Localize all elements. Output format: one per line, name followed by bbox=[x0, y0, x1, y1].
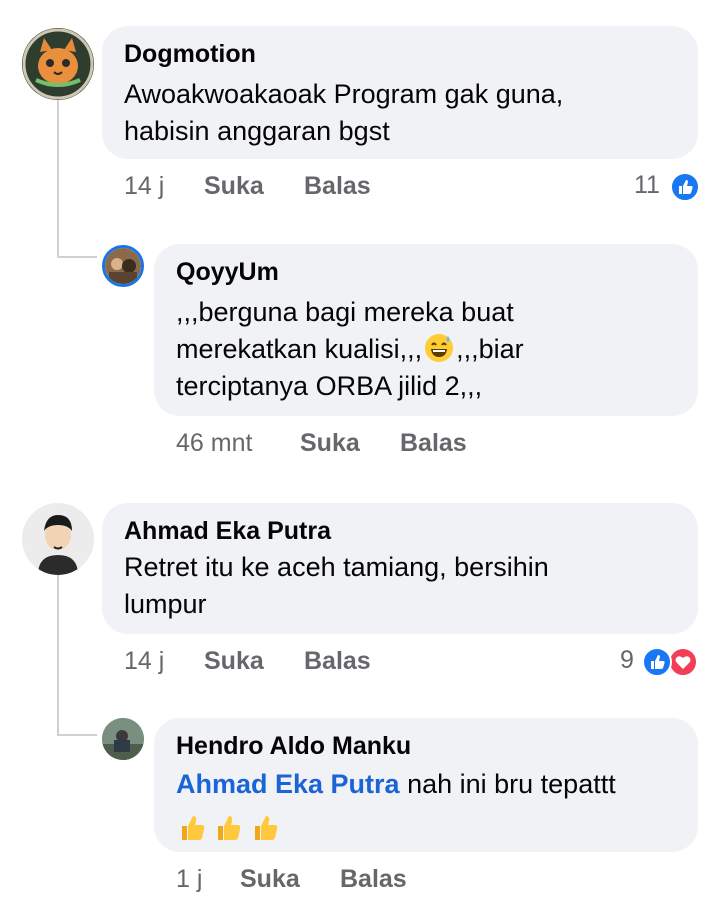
reaction-count[interactable]: 9 bbox=[620, 646, 634, 675]
comment-time[interactable]: 46 mnt bbox=[176, 429, 252, 458]
comment-text-fragment: ,,,biar bbox=[456, 334, 524, 364]
comment-text-line: terciptanya ORBA jilid 2,,, bbox=[176, 371, 483, 401]
comment-bubble-3: Ahmad Eka Putra Retret itu ke aceh tamia… bbox=[102, 503, 698, 634]
reaction-count[interactable]: 11 bbox=[634, 171, 660, 200]
like-button[interactable]: Suka bbox=[240, 865, 300, 894]
grinning-sweat-emoji-icon bbox=[423, 332, 455, 364]
thread-line-1 bbox=[57, 98, 59, 256]
reply-button[interactable]: Balas bbox=[400, 429, 467, 458]
reply-button[interactable]: Balas bbox=[340, 865, 407, 894]
user-photo-icon bbox=[105, 248, 141, 284]
comment-time[interactable]: 14 j bbox=[124, 172, 164, 201]
comment-author[interactable]: QoyyUm bbox=[176, 258, 279, 287]
avatar-hendro-aldo-manku[interactable] bbox=[102, 718, 144, 760]
comment-text-fragment: nah ini bru tepattt bbox=[399, 769, 616, 799]
like-reaction-icon[interactable] bbox=[670, 172, 700, 202]
love-reaction-icon[interactable] bbox=[668, 647, 698, 677]
reply-button[interactable]: Balas bbox=[304, 172, 371, 201]
comment-author[interactable]: Dogmotion bbox=[124, 40, 256, 69]
cat-avatar-icon bbox=[22, 28, 94, 100]
comment-time[interactable]: 14 j bbox=[124, 647, 164, 676]
like-button[interactable]: Suka bbox=[204, 172, 264, 201]
avatar-dogmotion[interactable] bbox=[22, 28, 94, 100]
avatar-qoyyum[interactable] bbox=[102, 245, 144, 287]
user-photo-icon bbox=[102, 718, 144, 760]
reply-button[interactable]: Balas bbox=[304, 647, 371, 676]
like-reaction-icon[interactable] bbox=[642, 647, 672, 677]
avatar-ahmad-eka-putra[interactable] bbox=[22, 503, 94, 575]
thread-line-2 bbox=[57, 572, 59, 734]
comment-bubble-2: QoyyUm ,,,berguna bagi mereka buat merek… bbox=[154, 244, 698, 416]
thumbs-up-emoji-icon bbox=[182, 816, 205, 840]
comment-time[interactable]: 1 j bbox=[176, 865, 202, 894]
thread-line-2-elbow bbox=[57, 734, 97, 736]
comment-text-line: Retret itu ke aceh tamiang, bersihin bbox=[124, 552, 549, 582]
comment-text-line: lumpur bbox=[124, 589, 207, 619]
thumbs-up-emoji-icon bbox=[218, 816, 241, 840]
thumbs-up-emoji-row bbox=[176, 812, 281, 844]
comment-author[interactable]: Ahmad Eka Putra bbox=[124, 517, 331, 546]
thread-line-1-elbow bbox=[57, 256, 97, 258]
comment-text-line: habisin anggaran bgst bbox=[124, 116, 390, 146]
comment-text-line: Ahmad Eka Putra nah ini bru tepattt bbox=[176, 766, 616, 803]
comment-text-line: merekatkan kualisi,,, ,,,biar bbox=[176, 331, 524, 368]
comment-text-line: Awoakwoakaoak Program gak guna, bbox=[124, 79, 564, 109]
comment-bubble-1: Dogmotion Awoakwoakaoak Program gak guna… bbox=[102, 26, 698, 159]
comment-text-line: ,,,berguna bagi mereka buat bbox=[176, 297, 514, 327]
like-button[interactable]: Suka bbox=[204, 647, 264, 676]
like-button[interactable]: Suka bbox=[300, 429, 360, 458]
comment-author[interactable]: Hendro Aldo Manku bbox=[176, 732, 411, 761]
comment-text-fragment: merekatkan kualisi,,, bbox=[176, 334, 423, 364]
comment-bubble-4: Hendro Aldo Manku Ahmad Eka Putra nah in… bbox=[154, 718, 698, 852]
mention-link[interactable]: Ahmad Eka Putra bbox=[176, 769, 400, 799]
user-avatar-icon bbox=[22, 503, 94, 575]
thumbs-up-emoji-icon bbox=[254, 816, 278, 840]
